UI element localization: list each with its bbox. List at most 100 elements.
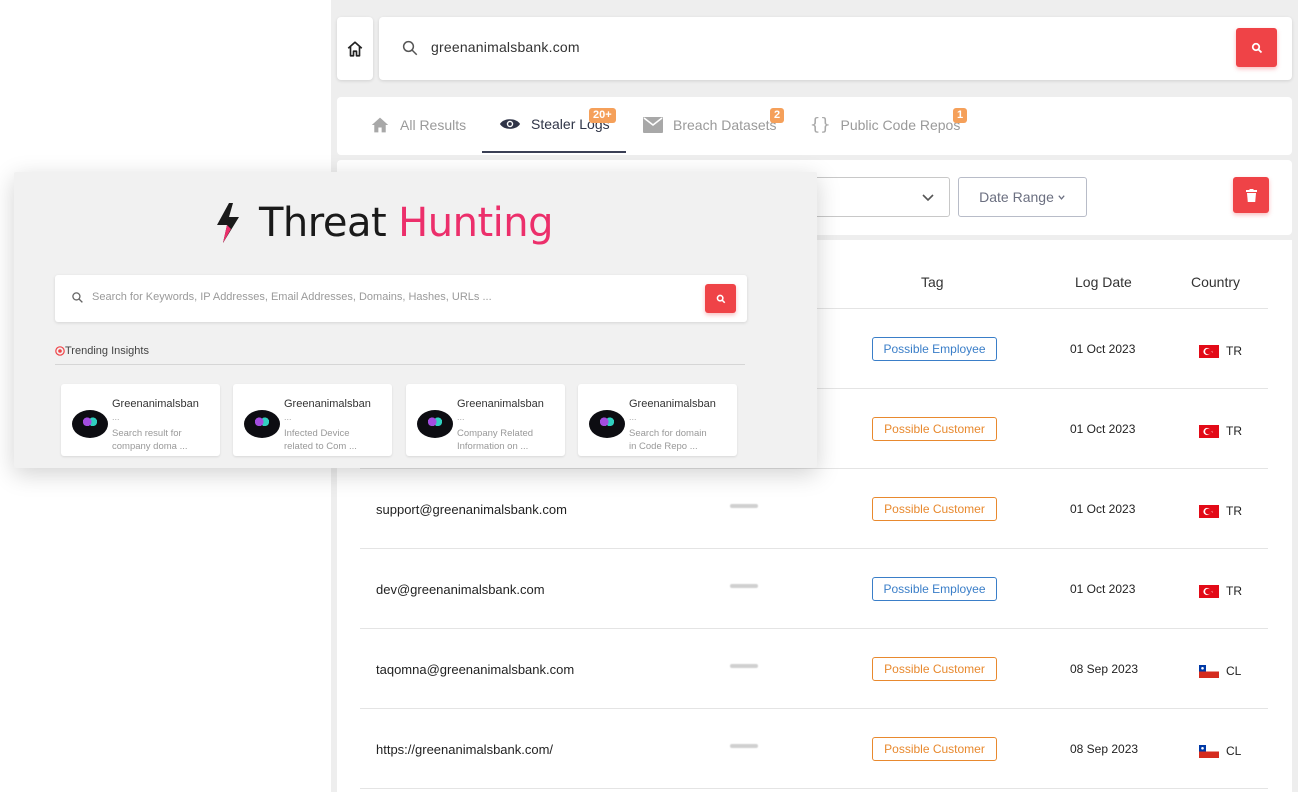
table-row[interactable]: taqomna@greenanimalsbank.com Possible Cu… <box>360 629 1268 709</box>
insight-ellipsis: ... <box>284 412 292 422</box>
row-country: TR <box>1199 504 1242 518</box>
brand-logo: Threat Hunting <box>215 198 553 248</box>
search-icon <box>716 294 725 303</box>
row-country: TR <box>1199 344 1242 358</box>
trending-insights-heading: Trending Insights <box>55 345 149 357</box>
redacted-value <box>730 664 758 668</box>
insight-ellipsis: ... <box>629 412 637 422</box>
code-braces-icon: {} <box>810 115 831 135</box>
tag-badge: Possible Customer <box>872 657 997 681</box>
search-icon <box>402 40 418 56</box>
trending-label: Trending Insights <box>65 345 149 357</box>
insight-desc-line1: Infected Device <box>284 428 350 439</box>
chevron-down-icon <box>1058 194 1065 200</box>
table-row[interactable]: support@greenanimalsbank.com Possible Cu… <box>360 469 1268 549</box>
row-country: CL <box>1199 664 1241 678</box>
insight-desc-line2: in Code Repo ... <box>629 441 698 452</box>
insight-desc-line1: Search result for <box>112 428 182 439</box>
brand-title-a: Threat <box>259 200 387 246</box>
row-date: 01 Oct 2023 <box>1070 422 1136 436</box>
threat-search-input[interactable]: Search for Keywords, IP Addresses, Email… <box>92 291 492 303</box>
table-row[interactable]: https://greenanimalsbank.com/ Possible C… <box>360 709 1268 789</box>
mail-icon <box>643 117 663 133</box>
home-button[interactable] <box>337 17 373 80</box>
row-country: CL <box>1199 744 1241 758</box>
stage: greenanimalsbank.com All Results Stealer… <box>0 0 1298 792</box>
tab-all-results[interactable]: All Results <box>370 97 466 153</box>
main-search-bar: greenanimalsbank.com <box>379 17 1292 80</box>
country-code: TR <box>1226 584 1242 598</box>
insight-thumbnail <box>72 410 108 438</box>
insight-thumbnail <box>589 410 625 438</box>
tag-badge: Possible Customer <box>872 417 997 441</box>
insight-thumbnail <box>244 410 280 438</box>
row-date: 01 Oct 2023 <box>1070 342 1136 356</box>
date-range-label: Date Range <box>979 189 1054 205</box>
search-button[interactable] <box>1236 28 1277 67</box>
insight-title: Greenanimalsban <box>457 398 544 410</box>
table-row[interactable]: dev@greenanimalsbank.com Possible Employ… <box>360 549 1268 629</box>
insight-title: Greenanimalsban <box>284 398 371 410</box>
insight-ellipsis: ... <box>457 412 465 422</box>
insight-desc-line1: Company Related <box>457 428 534 439</box>
row-email: support@greenanimalsbank.com <box>376 502 567 517</box>
tag-badge: Possible Employee <box>872 577 997 601</box>
threat-hunting-panel: Threat Hunting Search for Keywords, IP A… <box>14 172 817 468</box>
insight-card[interactable]: Greenanimalsban ... Company Related Info… <box>406 384 565 456</box>
column-header-log-date: Log Date <box>1075 274 1132 290</box>
row-country: TR <box>1199 424 1242 438</box>
insight-card[interactable]: Greenanimalsban ... Infected Device rela… <box>233 384 392 456</box>
row-email: taqomna@greenanimalsbank.com <box>376 662 575 677</box>
flag-tr-icon <box>1199 424 1219 438</box>
trending-divider <box>55 364 745 365</box>
insight-thumbnail <box>417 410 453 438</box>
row-date: 08 Sep 2023 <box>1070 742 1139 756</box>
redacted-value <box>730 584 758 588</box>
home-icon <box>371 117 389 133</box>
country-code: CL <box>1226 744 1242 758</box>
search-input[interactable]: greenanimalsbank.com <box>431 39 580 55</box>
flag-tr-icon <box>1199 504 1219 518</box>
flag-cl-icon <box>1199 664 1219 678</box>
insight-desc-line2: related to Com ... <box>284 441 357 452</box>
tab-bar: All Results Stealer Logs 20+ Breach Data… <box>337 97 1292 155</box>
chevron-down-icon <box>922 194 934 202</box>
tab-public-code-repos[interactable]: {} Public Code Repos <box>810 97 960 153</box>
insight-desc-line2: Information on ... <box>457 441 529 452</box>
target-icon <box>55 346 65 356</box>
insight-ellipsis: ... <box>112 412 120 422</box>
column-header-tag: Tag <box>921 274 944 290</box>
insight-card[interactable]: Greenanimalsban ... Search for domain in… <box>578 384 737 456</box>
insight-card[interactable]: Greenanimalsban ... Search result for co… <box>61 384 220 456</box>
search-icon <box>1251 42 1262 53</box>
tag-badge: Possible Customer <box>872 737 997 761</box>
row-email: dev@greenanimalsbank.com <box>376 582 545 597</box>
country-code: TR <box>1226 344 1242 358</box>
tab-label: Public Code Repos <box>840 117 961 133</box>
row-email: https://greenanimalsbank.com/ <box>376 742 554 757</box>
tab-stealer-logs[interactable]: Stealer Logs <box>482 97 626 153</box>
redacted-value <box>730 504 758 508</box>
tab-breach-datasets[interactable]: Breach Datasets <box>643 97 777 153</box>
flag-tr-icon <box>1199 344 1219 358</box>
row-country: TR <box>1199 584 1242 598</box>
delete-button[interactable] <box>1233 177 1269 213</box>
redacted-value <box>730 744 758 748</box>
date-range-button[interactable]: Date Range <box>958 177 1087 217</box>
threat-search-bar: Search for Keywords, IP Addresses, Email… <box>55 275 747 322</box>
row-date: 01 Oct 2023 <box>1070 502 1136 516</box>
row-date: 08 Sep 2023 <box>1070 662 1139 676</box>
trash-icon <box>1245 188 1257 202</box>
threat-search-button[interactable] <box>705 284 736 313</box>
eye-icon <box>499 119 521 129</box>
stealer-logs-badge: 20+ <box>589 108 616 123</box>
insight-title: Greenanimalsban <box>629 398 716 410</box>
row-date: 01 Oct 2023 <box>1070 582 1136 596</box>
insight-desc-line2: company doma ... <box>112 441 188 452</box>
search-icon <box>72 292 83 303</box>
tab-label: Breach Datasets <box>673 117 777 133</box>
flag-cl-icon <box>1199 744 1219 758</box>
insight-title: Greenanimalsban <box>112 398 199 410</box>
home-icon <box>347 40 363 57</box>
country-code: TR <box>1226 424 1242 438</box>
